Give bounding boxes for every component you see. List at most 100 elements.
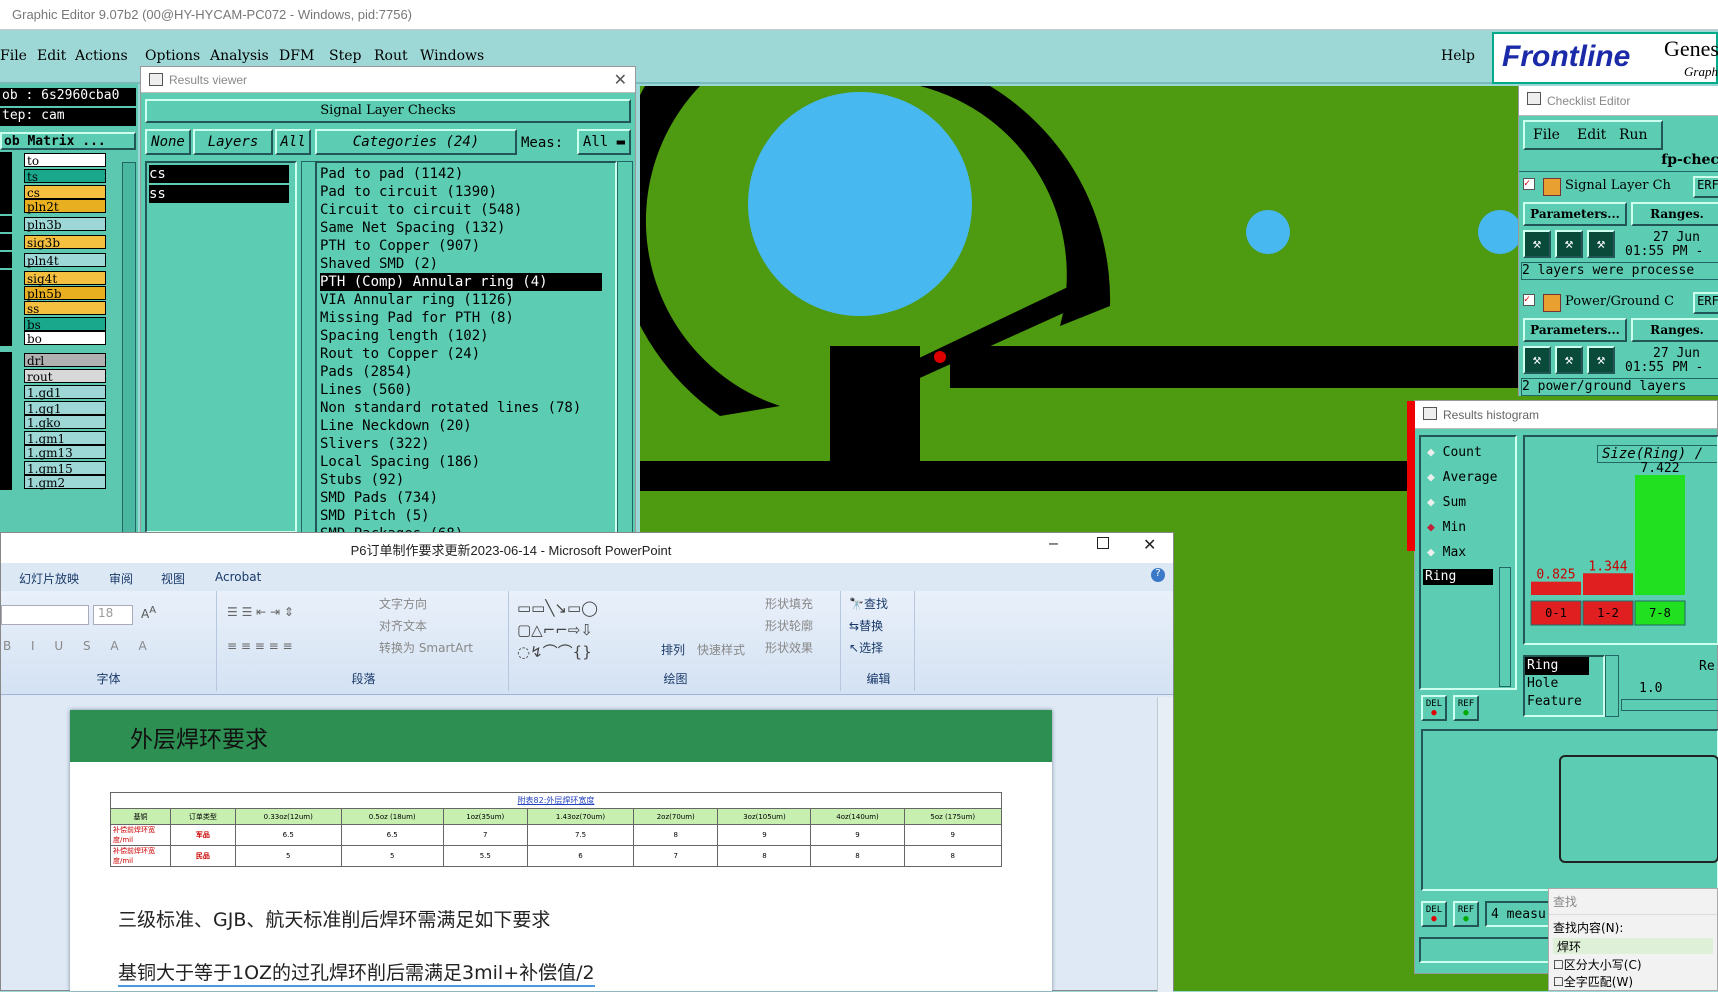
parameters-button[interactable]: Parameters... bbox=[1523, 202, 1627, 226]
quick-styles-button[interactable]: 快速样式 bbox=[697, 641, 745, 658]
del-button-2[interactable]: DEL ● bbox=[1421, 901, 1447, 927]
ppt-scrollbar[interactable] bbox=[1157, 697, 1173, 992]
category-item[interactable]: Local Spacing (186) bbox=[320, 453, 615, 471]
layer-row[interactable]: pln4t bbox=[0, 252, 108, 268]
props-scrollbar[interactable] bbox=[1605, 655, 1619, 717]
menu-windows[interactable]: Windows bbox=[420, 48, 484, 64]
shape-outline[interactable]: 形状轮廓 bbox=[765, 617, 813, 634]
layer-checkbox[interactable] bbox=[0, 352, 12, 368]
category-item[interactable]: Rout to Copper (24) bbox=[320, 345, 615, 363]
layer-row[interactable]: pln5b bbox=[0, 285, 108, 301]
run-icon[interactable]: ⚒ bbox=[1555, 230, 1583, 258]
run-icon[interactable]: ⚒ bbox=[1587, 230, 1615, 258]
category-item[interactable]: Line Neckdown (20) bbox=[320, 417, 615, 435]
layer-checkbox[interactable] bbox=[0, 252, 12, 268]
category-item[interactable]: Slivers (322) bbox=[320, 435, 615, 453]
none-button[interactable]: None bbox=[145, 129, 191, 155]
list-scrollbar[interactable] bbox=[1499, 567, 1511, 687]
layer-row[interactable]: rout bbox=[0, 368, 108, 384]
category-item[interactable]: Non standard rotated lines (78) bbox=[320, 399, 615, 417]
tab-view[interactable]: 视图 bbox=[161, 570, 185, 587]
run-icon[interactable]: ⚒ bbox=[1555, 346, 1583, 374]
grow-font-icon[interactable]: AA bbox=[141, 605, 156, 621]
category-scrollbar[interactable] bbox=[617, 161, 633, 535]
layer-row[interactable]: 1.gko bbox=[0, 414, 108, 430]
ref-button-2[interactable]: REF ● bbox=[1453, 901, 1479, 927]
menu-rout[interactable]: Rout bbox=[374, 48, 408, 64]
close-icon[interactable]: ✕ bbox=[1143, 535, 1156, 555]
shape-effects[interactable]: 形状效果 bbox=[765, 639, 813, 656]
mode-radio[interactable]: ◆ Min bbox=[1427, 520, 1466, 535]
layer-checkbox[interactable] bbox=[0, 198, 12, 214]
menu-file[interactable]: File bbox=[0, 48, 27, 64]
histogram-list[interactable]: Ring bbox=[1423, 569, 1493, 585]
layer-scrollbar[interactable] bbox=[122, 162, 136, 554]
layers-button[interactable]: Layers bbox=[193, 129, 273, 155]
shape-fill[interactable]: 形状填充 bbox=[765, 595, 813, 612]
category-item[interactable]: Pads (2854) bbox=[320, 363, 615, 381]
align-icons[interactable]: ≡ ≡ ≡ ≡ ≡ bbox=[227, 639, 293, 653]
histogram-bar[interactable] bbox=[1531, 581, 1581, 595]
layer-checkbox[interactable] bbox=[0, 444, 12, 460]
layer-row[interactable]: to bbox=[0, 152, 108, 168]
category-item[interactable]: Circuit to circuit (548) bbox=[320, 201, 615, 219]
range-slider[interactable] bbox=[1621, 699, 1718, 711]
help-icon[interactable]: ? bbox=[1151, 568, 1165, 582]
meas-dropdown[interactable]: All ▬ bbox=[577, 129, 631, 155]
category-item[interactable]: PTH to Copper (907) bbox=[320, 237, 615, 255]
checklist-menu-file[interactable]: File bbox=[1533, 127, 1560, 143]
mode-radio[interactable]: ◆ Average bbox=[1427, 470, 1497, 485]
ranges-button[interactable]: Ranges. bbox=[1631, 318, 1718, 342]
font-name-field[interactable] bbox=[1, 605, 89, 625]
layer-row[interactable]: bo bbox=[0, 330, 108, 346]
item-checkbox[interactable]: ✓ bbox=[1523, 294, 1535, 306]
layer-checkbox[interactable] bbox=[0, 270, 12, 286]
mode-radio[interactable]: ◆ Count bbox=[1427, 445, 1482, 460]
select-button[interactable]: ↖选择 bbox=[849, 639, 883, 656]
mode-radio[interactable]: ◆ Max bbox=[1427, 545, 1466, 560]
font-format-icons[interactable]: B I U S A A bbox=[3, 639, 155, 653]
list-item[interactable]: Feature bbox=[1525, 693, 1603, 711]
layer-row[interactable]: sig3b bbox=[0, 234, 108, 250]
mode-radio[interactable]: ◆ Sum bbox=[1427, 495, 1466, 510]
del-button[interactable]: DEL ● bbox=[1421, 695, 1447, 721]
category-item[interactable]: Spacing length (102) bbox=[320, 327, 615, 345]
category-item[interactable]: Same Net Spacing (132) bbox=[320, 219, 615, 237]
list-item[interactable]: ss bbox=[149, 185, 289, 203]
menu-dfm[interactable]: DFM bbox=[279, 48, 314, 64]
list-item[interactable]: Ring bbox=[1525, 657, 1589, 675]
find-input[interactable]: 焊环 bbox=[1553, 938, 1713, 954]
job-matrix-button[interactable]: ob Matrix ... bbox=[0, 132, 136, 150]
menu-options[interactable]: Options bbox=[145, 48, 200, 64]
layer-checkbox[interactable] bbox=[0, 384, 12, 400]
menu-analysis[interactable]: Analysis bbox=[210, 48, 269, 64]
category-item[interactable]: Lines (560) bbox=[320, 381, 615, 399]
layer-row[interactable]: 1.gd1 bbox=[0, 384, 108, 400]
item-checkbox[interactable]: ✓ bbox=[1523, 178, 1535, 190]
layer-row[interactable]: 1.gm13 bbox=[0, 444, 108, 460]
list-icons[interactable]: ☰ ☰ ⇤ ⇥ ⇕ bbox=[227, 605, 294, 619]
list-item[interactable]: cs bbox=[149, 165, 289, 183]
menu-actions[interactable]: Actions bbox=[75, 48, 128, 64]
smartart[interactable]: 转换为 SmartArt bbox=[379, 639, 473, 656]
layer-row[interactable]: 1.gm2 bbox=[0, 474, 108, 490]
layer-checkbox[interactable] bbox=[0, 368, 12, 384]
layer-checkbox[interactable] bbox=[0, 330, 12, 346]
category-item[interactable]: Shaved SMD (2) bbox=[320, 255, 615, 273]
arrange-button[interactable]: 排列 bbox=[661, 641, 685, 658]
category-item[interactable]: Stubs (92) bbox=[320, 471, 615, 489]
align-text[interactable]: 对齐文本 bbox=[379, 617, 427, 634]
layer-row[interactable]: pln3b bbox=[0, 216, 108, 232]
ranges-button[interactable]: Ranges. bbox=[1631, 202, 1718, 226]
shapes-gallery[interactable]: ▭▭╲↘▭◯ ▢△⌐⌐⇨⇩ ◌↯⌒⌒{} bbox=[517, 597, 598, 663]
category-item[interactable]: SMD Pitch (5) bbox=[320, 507, 615, 525]
layer-row[interactable]: ss bbox=[0, 300, 108, 316]
run-icon[interactable]: ⚒ bbox=[1523, 346, 1551, 374]
layer-checkbox[interactable] bbox=[0, 152, 12, 168]
layer-checkbox[interactable] bbox=[0, 234, 12, 250]
replace-button[interactable]: ⇆替换 bbox=[849, 617, 883, 634]
list-item[interactable]: Hole bbox=[1525, 675, 1603, 693]
menu-edit[interactable]: Edit bbox=[37, 48, 66, 64]
layer-checkbox[interactable] bbox=[0, 168, 12, 184]
layer-row[interactable]: ts bbox=[0, 168, 108, 184]
